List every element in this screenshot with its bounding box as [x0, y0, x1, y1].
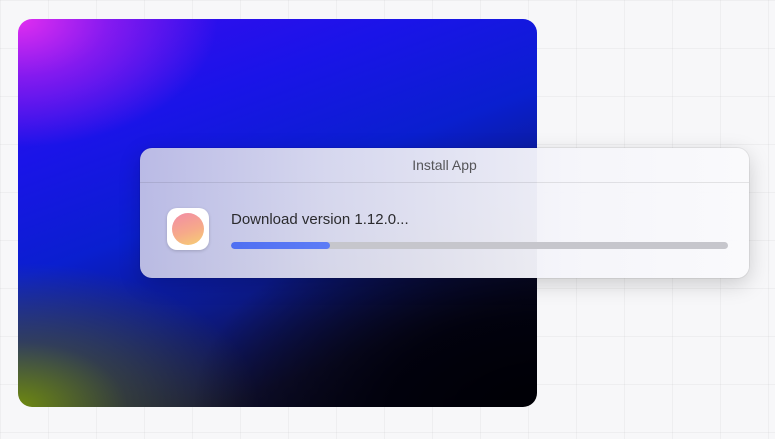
app-icon: [167, 208, 209, 250]
download-status-text: Download version 1.12.0...: [231, 211, 409, 228]
install-app-dialog: Install App Download version 1.12.0...: [140, 148, 749, 278]
download-progress-fill: [231, 242, 331, 249]
app-icon-glyph: [172, 213, 204, 245]
download-progress-bar: [231, 242, 728, 249]
dialog-title: Install App: [140, 148, 749, 183]
